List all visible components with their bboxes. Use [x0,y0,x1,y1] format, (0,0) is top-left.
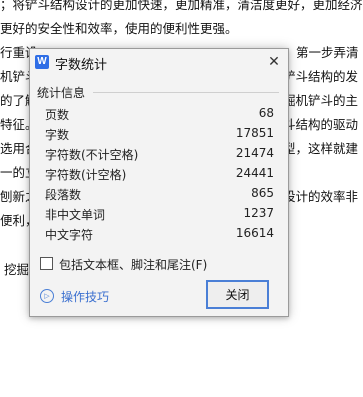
stat-row-non-chinese-words: 非中文单词 1237 [45,206,274,224]
document-line-fragment: 铲斗结构的发 [283,69,359,84]
document-line: 更好的安全性和效率，使用的便利性更强。 [0,21,238,36]
stat-label: 页数 [45,108,70,122]
stat-label: 非中文单词 [45,208,106,222]
tips-label[interactable]: 操作技巧 [61,288,109,305]
stat-value: 17851 [235,126,274,140]
checkbox-label[interactable]: 包括文本框、脚注和尾注(F) [59,256,207,273]
stat-value: 16614 [235,226,274,240]
dialog-titlebar[interactable]: W 字数统计 ✕ [30,49,288,77]
document-line: 挖掘 [4,262,30,277]
stat-label: 段落数 [45,188,82,202]
word-count-dialog: W 字数统计 ✕ 统计信息 页数 68 字数 17851 字符数(不计空格) 2… [29,48,289,317]
stat-label: 中文字符 [45,228,94,242]
document-line-fragment: 设计的效率非 [283,189,359,204]
stat-label: 字符数(不计空格) [45,148,139,162]
stat-value: 865 [251,186,274,200]
checkbox-box[interactable] [40,257,53,270]
stat-row-chars-no-spaces: 字符数(不计空格) 21474 [45,146,274,164]
close-button[interactable]: 关闭 [206,280,269,309]
section-heading: 统计信息 [37,86,86,100]
document-line-fragment: 型，这样就建 [283,141,359,156]
stat-row-words: 字数 17851 [45,126,274,144]
stat-value: 21474 [235,146,274,160]
document-line-fragment: 第一步弄清 [296,45,359,60]
stat-value: 24441 [235,166,274,180]
close-icon[interactable]: ✕ [262,51,286,73]
document-line-fragment: 掘机铲斗的主 [283,93,359,108]
stat-row-chinese-chars: 中文字符 16614 [45,226,274,244]
stat-value: 1237 [243,206,274,220]
stat-value: 68 [258,106,274,120]
stat-row-chars-with-spaces: 字符数(计空格) 24441 [45,166,274,184]
stat-label: 字符数(计空格) [45,168,127,182]
stat-label: 字数 [45,128,70,142]
section-divider [93,92,279,93]
dialog-title: 字数统计 [55,58,108,73]
document-line: ；将铲斗结构设计的更加快速，更加精准，清洁度更好，更加经济 [0,0,363,12]
wps-writer-icon: W [35,55,49,69]
stat-row-paragraphs: 段落数 865 [45,186,274,204]
play-circle-icon[interactable]: ▷ [40,289,54,303]
stat-row-pages: 页数 68 [45,106,274,124]
document-line-fragment: 斗结构的驱动 [283,117,359,132]
